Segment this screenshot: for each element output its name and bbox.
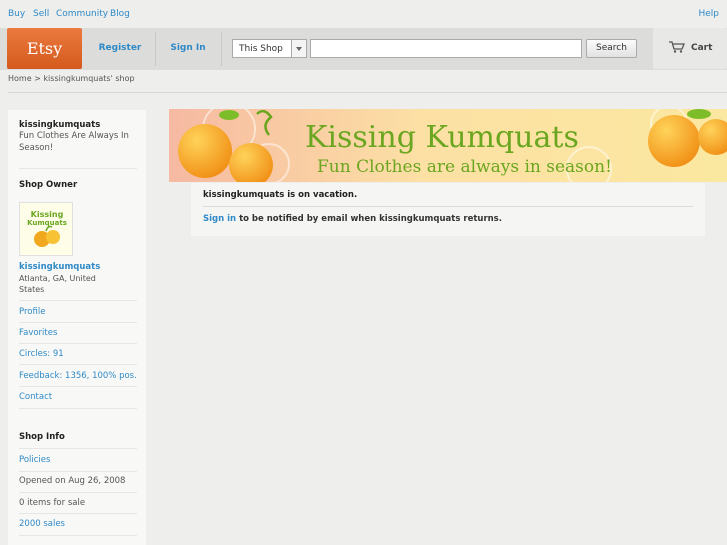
- sidebar-divider: [19, 343, 137, 344]
- nav-community-link[interactable]: Community: [56, 9, 108, 19]
- vacation-notice: kissingkumquats is on vacation. Sign in …: [191, 183, 705, 236]
- sign-in-link[interactable]: Sign in: [203, 214, 236, 224]
- nav-help-link[interactable]: Help: [698, 9, 719, 19]
- sidebar-divider: [19, 408, 137, 409]
- shop-items-count: 0 items for sale: [19, 498, 86, 508]
- avatar[interactable]: Kissing Kumquats: [19, 202, 73, 256]
- svg-text:Kissing: Kissing: [31, 210, 64, 219]
- shop-owner-heading: Shop Owner: [19, 180, 78, 190]
- notify-message: Sign in to be notified by email when kis…: [203, 214, 502, 224]
- cart-icon: [669, 41, 685, 53]
- sidebar-divider: [19, 364, 137, 365]
- nav-sell-link[interactable]: Sell: [33, 9, 49, 19]
- register-button[interactable]: Register: [85, 28, 155, 69]
- sidebar-link-sales[interactable]: 2000 sales: [19, 519, 65, 529]
- shop-info-heading: Shop Info: [19, 432, 65, 442]
- sidebar-divider: [19, 492, 137, 493]
- sidebar-divider: [19, 322, 137, 323]
- etsy-logo[interactable]: Etsy: [7, 28, 82, 69]
- sidebar-link-policies[interactable]: Policies: [19, 455, 50, 465]
- search-button[interactable]: Search: [586, 39, 637, 58]
- banner-subtitle: Fun Clothes are always in season!: [317, 157, 612, 177]
- sidebar-link-profile[interactable]: Profile: [19, 307, 45, 317]
- search-input[interactable]: [310, 39, 582, 58]
- banner-image: Kissing Kumquats Fun Clothes are always …: [169, 109, 727, 182]
- sidebar-link-favorites[interactable]: Favorites: [19, 328, 57, 338]
- sidebar-link-circles[interactable]: Circles: 91: [19, 349, 64, 359]
- svg-text:Kumquats: Kumquats: [27, 219, 67, 227]
- top-nav: Buy Sell Community Blog Help: [8, 9, 719, 21]
- nav-blog-link[interactable]: Blog: [110, 9, 130, 19]
- cart-label: Cart: [691, 43, 713, 53]
- sidebar-divider: [19, 300, 137, 301]
- sidebar-divider: [19, 386, 137, 387]
- header-bar: Etsy Register Sign In This Shop Search C…: [0, 28, 727, 70]
- breadcrumb: Home > kissingkumquats' shop: [8, 74, 135, 83]
- sidebar-divider: [19, 448, 137, 449]
- shop-tagline: Fun Clothes Are Always In Season!: [19, 131, 129, 153]
- chevron-down-icon: [291, 40, 306, 57]
- sidebar-divider: [19, 471, 137, 472]
- content-divider: [203, 206, 693, 207]
- sign-in-button[interactable]: Sign In: [156, 28, 220, 69]
- nav-buy-link[interactable]: Buy: [8, 9, 25, 19]
- shop-opened-date: Opened on Aug 26, 2008: [19, 476, 126, 486]
- shop-name: kissingkumquats: [19, 120, 101, 130]
- banner-title: Kissing Kumquats: [305, 120, 579, 155]
- sidebar-link-feedback[interactable]: Feedback: 1356, 100% pos.: [19, 371, 137, 381]
- owner-name-link[interactable]: kissingkumquats: [19, 262, 100, 272]
- shop-sidebar: kissingkumquats Fun Clothes Are Always I…: [8, 110, 146, 545]
- sidebar-divider: [19, 513, 137, 514]
- notify-text: to be notified by email when kissingkumq…: [236, 214, 502, 224]
- sidebar-link-contact[interactable]: Contact: [19, 392, 52, 402]
- vacation-message: kissingkumquats is on vacation.: [203, 190, 358, 200]
- sidebar-divider: [19, 168, 137, 169]
- search-scope-value: This Shop: [239, 44, 283, 54]
- header-divider: [221, 32, 222, 66]
- cart-button[interactable]: Cart: [653, 28, 727, 69]
- header-divider-line: [8, 92, 727, 93]
- owner-location: Atlanta, GA, United States: [19, 274, 96, 294]
- shop-banner: Kissing Kumquats Fun Clothes are always …: [169, 109, 727, 182]
- avatar-image: Kissing Kumquats: [20, 203, 72, 255]
- sidebar-divider: [19, 535, 137, 536]
- search-scope-select[interactable]: This Shop: [232, 39, 307, 58]
